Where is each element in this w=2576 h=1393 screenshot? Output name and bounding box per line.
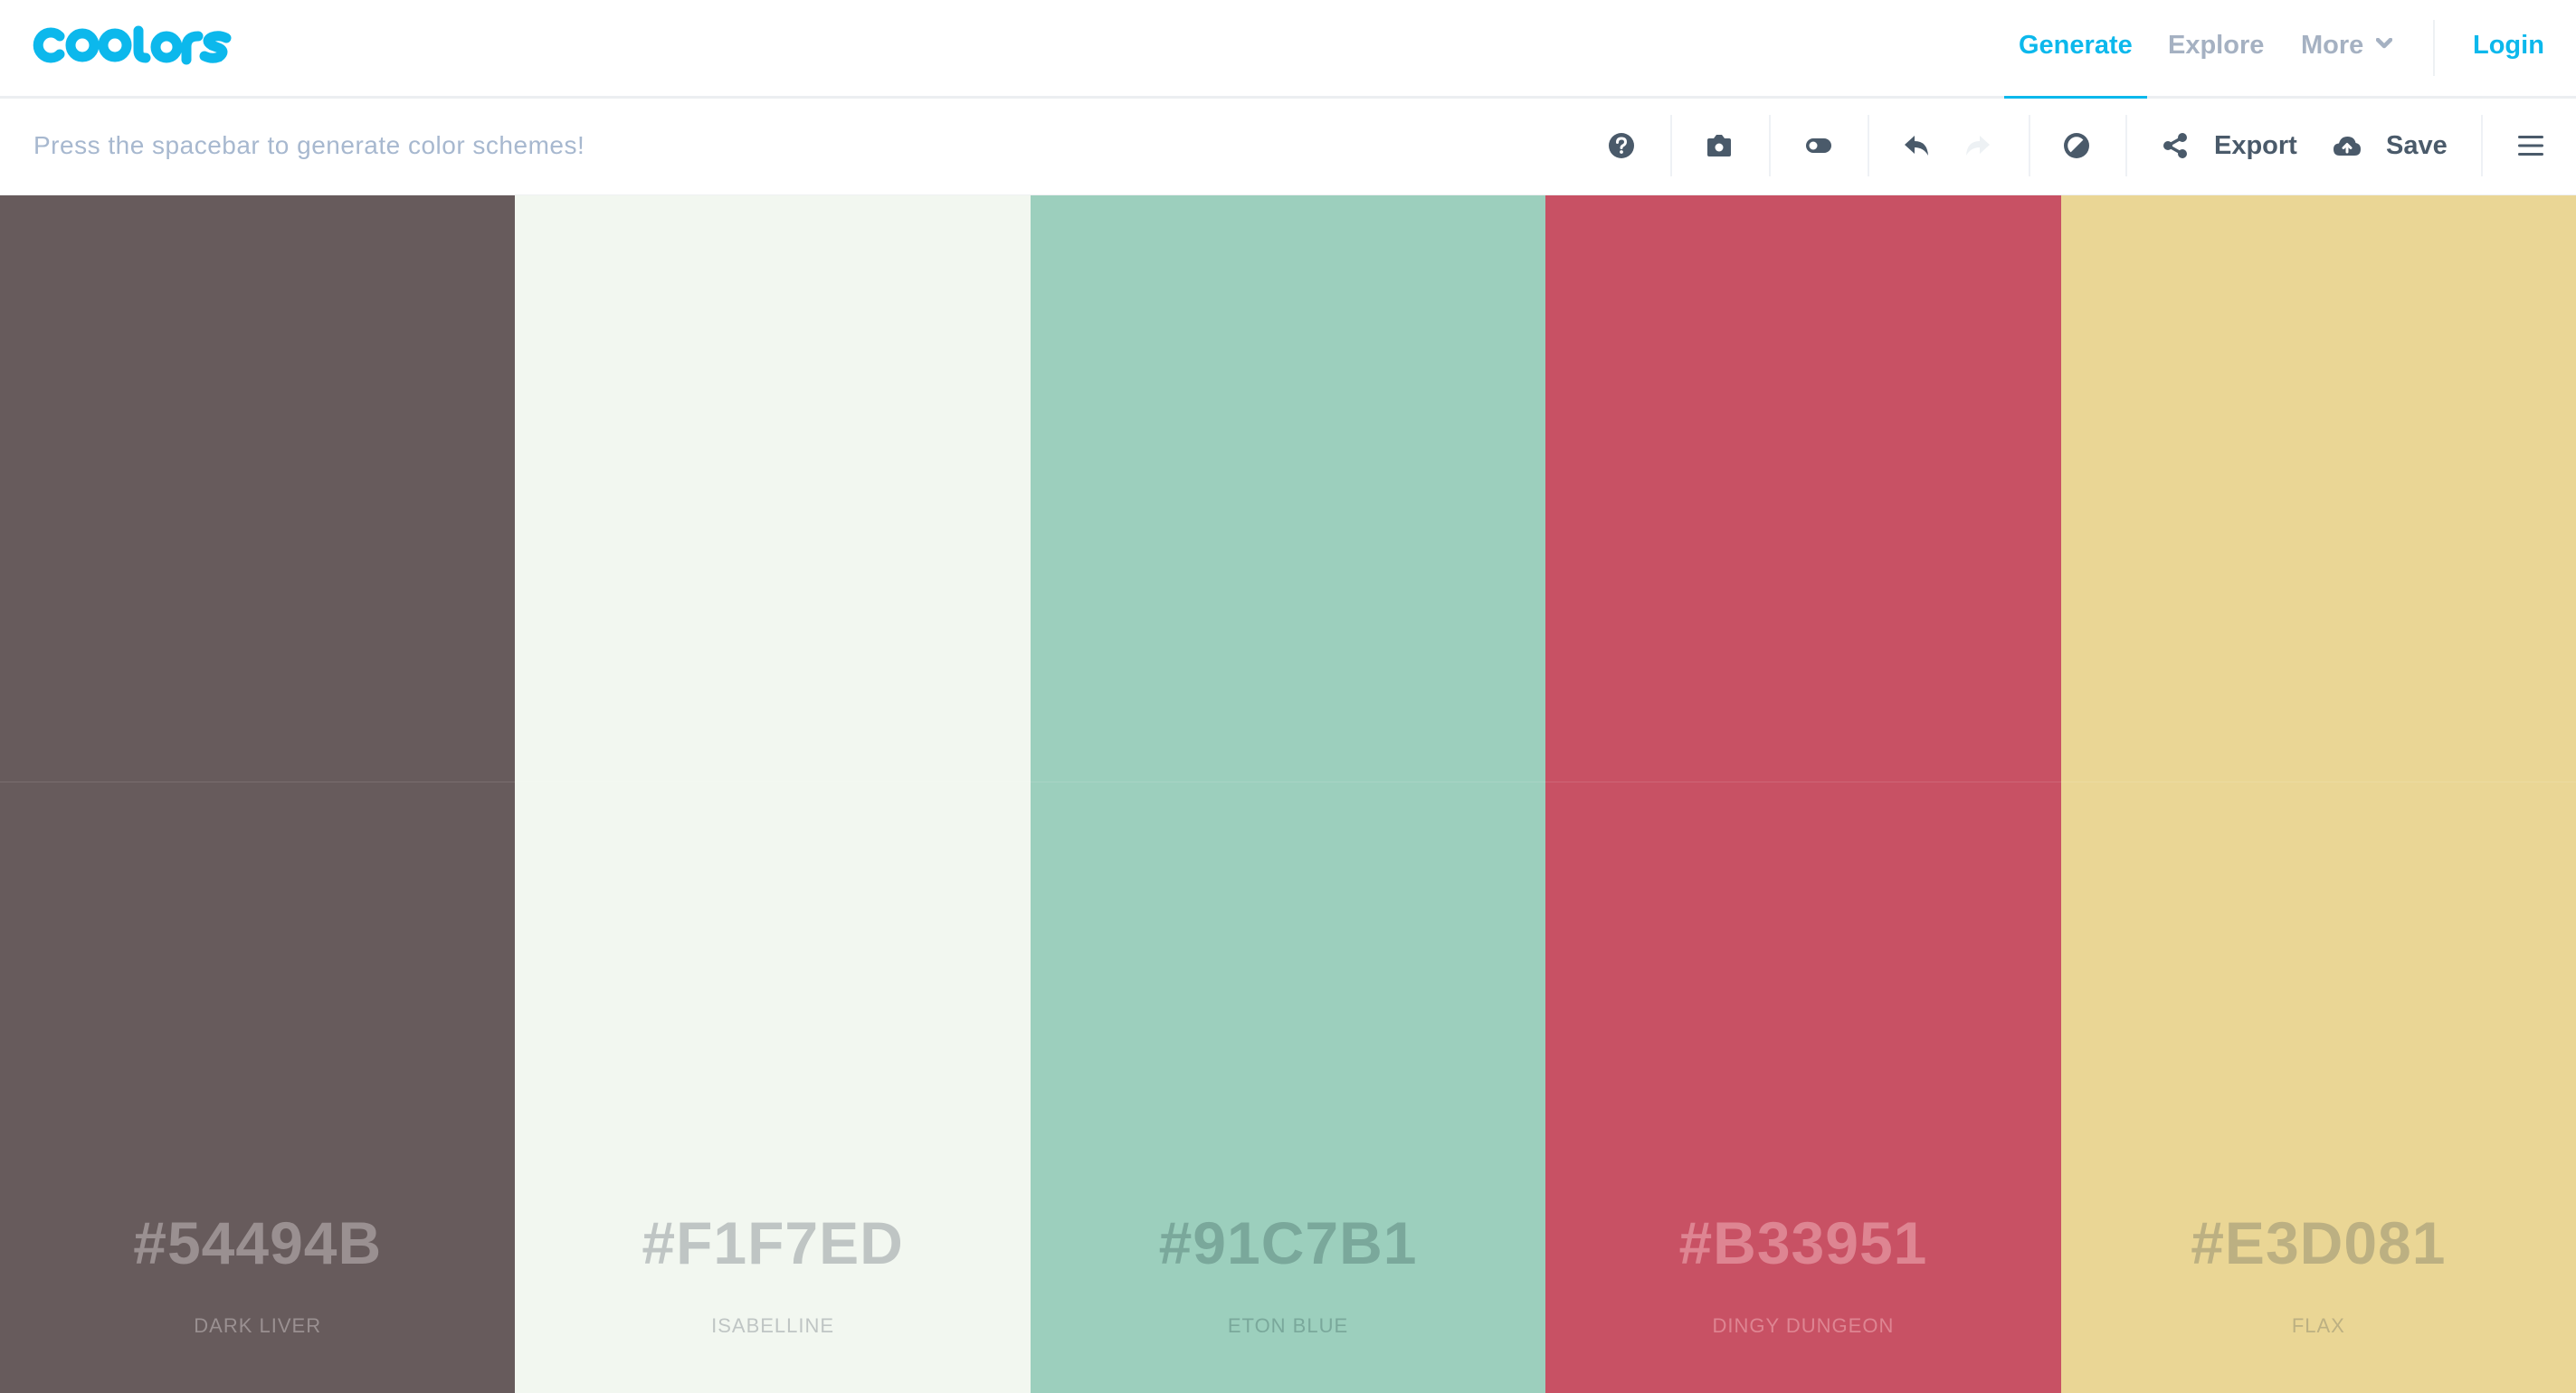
color-swatch[interactable]: #F1F7ED ISABELLINE bbox=[515, 195, 1031, 1393]
nav-more-label: More bbox=[2301, 31, 2364, 60]
toggle-icon bbox=[1805, 137, 1832, 155]
menu-button[interactable] bbox=[2508, 99, 2553, 193]
color-palette: #54494B DARK LIVER #F1F7ED ISABELLINE #9… bbox=[0, 195, 2576, 1393]
swatch-color-name[interactable]: DARK LIVER bbox=[0, 1314, 515, 1338]
swatch-color-name[interactable]: ISABELLINE bbox=[515, 1314, 1030, 1338]
help-icon bbox=[1608, 132, 1635, 159]
redo-button[interactable] bbox=[1955, 99, 2001, 193]
swatch-color-name[interactable]: ETON BLUE bbox=[1031, 1314, 1545, 1338]
swatch-hex-code[interactable]: #E3D081 bbox=[2061, 1208, 2576, 1277]
color-swatch[interactable]: #E3D081 FLAX bbox=[2060, 195, 2576, 1393]
nav-more[interactable]: More bbox=[2301, 0, 2393, 96]
camera-icon bbox=[1706, 134, 1733, 157]
nav-generate[interactable]: Generate bbox=[2019, 0, 2133, 96]
export-button[interactable]: Export bbox=[2163, 99, 2307, 193]
export-label: Export bbox=[2214, 130, 2297, 160]
swatch-hex-code[interactable]: #54494B bbox=[0, 1208, 515, 1277]
toolbar-divider bbox=[2029, 115, 2030, 176]
swatch-color-name[interactable]: DINGY DUNGEON bbox=[1545, 1314, 2060, 1338]
coolors-logo-icon bbox=[33, 25, 232, 65]
save-button[interactable]: Save bbox=[2333, 99, 2459, 193]
login-link[interactable]: Login bbox=[2473, 0, 2544, 96]
camera-button[interactable] bbox=[1697, 99, 1742, 193]
chevron-down-icon bbox=[2376, 38, 2393, 49]
toolbar-divider bbox=[2481, 115, 2483, 176]
spacebar-hint: Press the spacebar to generate color sch… bbox=[33, 131, 585, 159]
coolors-logo[interactable] bbox=[33, 25, 233, 65]
share-icon bbox=[2163, 132, 2188, 159]
nav-divider bbox=[2433, 20, 2435, 76]
hamburger-menu-icon bbox=[2518, 135, 2543, 156]
cloud-upload-icon bbox=[2333, 135, 2362, 156]
toolbar-divider bbox=[1868, 115, 1869, 176]
toolbar: Press the spacebar to generate color sch… bbox=[0, 99, 2576, 195]
contrast-icon bbox=[2063, 132, 2090, 159]
toggle-button[interactable] bbox=[1796, 99, 1841, 193]
toolbar-divider bbox=[2125, 115, 2127, 176]
toolbar-divider bbox=[1670, 115, 1672, 176]
help-button[interactable] bbox=[1599, 99, 1644, 193]
color-swatch[interactable]: #54494B DARK LIVER bbox=[0, 195, 516, 1393]
swatch-hex-code[interactable]: #91C7B1 bbox=[1031, 1208, 1545, 1277]
redo-icon bbox=[1965, 134, 1991, 157]
top-header: Generate Explore More Login bbox=[0, 0, 2576, 99]
swatch-color-name[interactable]: FLAX bbox=[2061, 1314, 2576, 1338]
swatch-hex-code[interactable]: #F1F7ED bbox=[515, 1208, 1030, 1277]
contrast-button[interactable] bbox=[2054, 99, 2099, 193]
swatch-hex-code[interactable]: #B33951 bbox=[1545, 1208, 2060, 1277]
save-label: Save bbox=[2386, 130, 2448, 160]
nav-explore[interactable]: Explore bbox=[2168, 0, 2264, 96]
color-swatch[interactable]: #91C7B1 ETON BLUE bbox=[1030, 195, 1546, 1393]
color-swatch[interactable]: #B33951 DINGY DUNGEON bbox=[1545, 195, 2061, 1393]
undo-icon bbox=[1904, 134, 1929, 157]
toolbar-divider bbox=[1769, 115, 1771, 176]
undo-button[interactable] bbox=[1894, 99, 1939, 193]
